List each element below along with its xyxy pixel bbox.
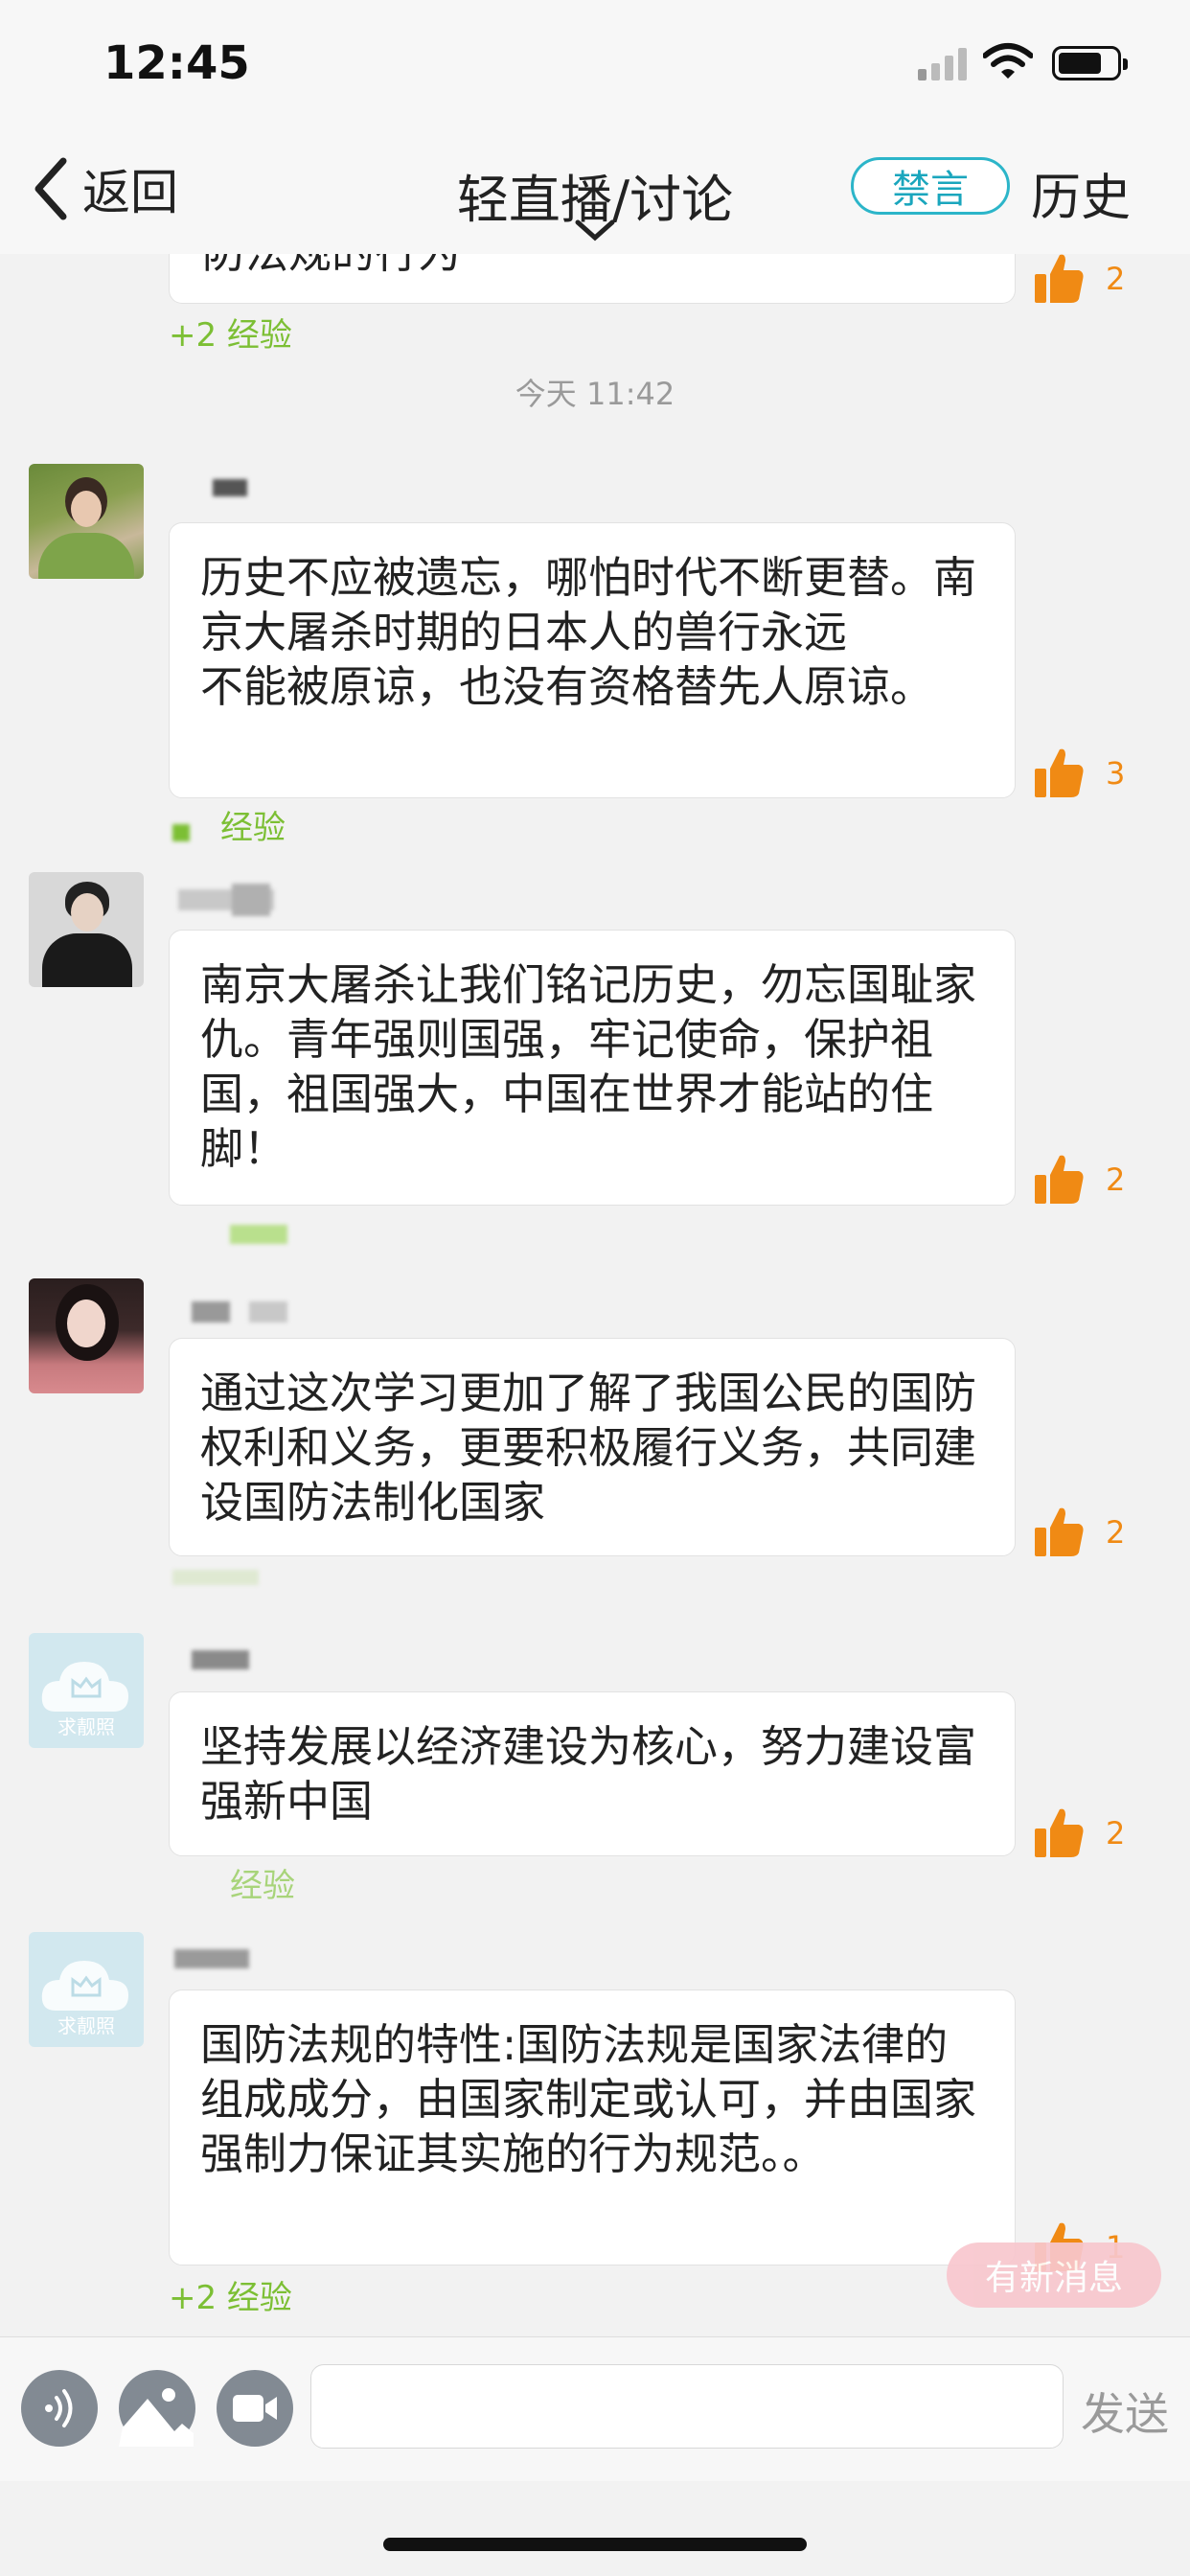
like-button[interactable]: 2 [1031, 1505, 1125, 1560]
like-button[interactable]: 2 [1031, 1806, 1125, 1861]
message-text: 历史不应被遗忘，哪怕时代不断更替。南京大屠杀时期的日本人的兽行永远 不能被原谅，… [200, 552, 977, 712]
home-indicator [383, 2538, 807, 2551]
avatar[interactable] [29, 464, 144, 579]
avatar-placeholder[interactable]: 求靓照 [29, 1633, 144, 1748]
nav-bar: 返回 轻直播/讨论 禁言 历史 [0, 134, 1190, 254]
voice-button[interactable] [21, 2370, 98, 2447]
new-message-button[interactable]: 有新消息 [947, 2242, 1161, 2308]
thumbs-up-icon [1035, 1808, 1084, 1857]
like-count: 2 [1106, 261, 1126, 297]
history-button[interactable]: 历史 [1031, 157, 1131, 229]
experience-label: +2 经验 [169, 2279, 292, 2317]
chevron-down-icon[interactable] [575, 218, 615, 242]
like-button[interactable]: 2 [1031, 251, 1125, 307]
message-bubble: 南京大屠杀让我们铭记历史，勿忘国耻家仇。青年强则国强，牢记使命，保护祖国，祖国强… [169, 930, 1016, 1206]
message-bubble: 通过这次学习更加了解了我国公民的国防权利和义务，更要积极履行义务，共同建设国防法… [169, 1338, 1016, 1556]
mute-button[interactable]: 禁言 [851, 157, 1010, 215]
thumbs-up-icon [1035, 748, 1084, 797]
like-count: 3 [1106, 755, 1126, 792]
avatar[interactable] [29, 872, 144, 987]
battery-icon [1052, 46, 1128, 80]
experience-redacted [172, 824, 190, 841]
send-button[interactable]: 发送 [1081, 2380, 1169, 2443]
input-bar: 发送 [0, 2336, 1190, 2481]
experience-label: 经验 [230, 1867, 295, 1905]
experience-label: 经验 [220, 809, 286, 847]
video-camera-icon [233, 2395, 277, 2422]
message-bubble-partial: 防法规的行为 [169, 254, 1016, 304]
like-count: 2 [1106, 1162, 1126, 1198]
experience-label: +2 经验 [169, 316, 292, 355]
like-button[interactable]: 3 [1031, 746, 1125, 801]
avatar-placeholder-label: 求靓照 [57, 2014, 115, 2037]
timestamp: 今天 11:42 [515, 376, 675, 412]
voice-icon [45, 2389, 73, 2427]
thumbs-up-icon [1035, 254, 1084, 303]
message-bubble: 历史不应被遗忘，哪怕时代不断更替。南京大屠杀时期的日本人的兽行永远 不能被原谅，… [169, 522, 1016, 798]
experience-redacted [230, 1225, 287, 1244]
avatar-placeholder-label: 求靓照 [57, 1715, 115, 1738]
message-input[interactable] [310, 2364, 1064, 2449]
avatar-placeholder[interactable]: 求靓照 [29, 1932, 144, 2047]
message-text: 防法规的行为 [202, 254, 982, 280]
thumbs-up-icon [1035, 1155, 1084, 1204]
video-button[interactable] [217, 2370, 293, 2447]
wifi-icon [983, 43, 1033, 79]
image-icon [119, 2388, 194, 2447]
message-bubble: 国防法规的特性:国防法规是国家法律的组成成分，由国家制定或认可，并由国家强制力保… [169, 1990, 1016, 2266]
message-text: 南京大屠杀让我们铭记历史，勿忘国耻家仇。青年强则国强，牢记使命，保护祖国，祖国强… [200, 959, 977, 1174]
message-bubble: 坚持发展以经济建设为核心，努力建设富强新中国 [169, 1691, 1016, 1856]
cellular-signal-icon [918, 48, 968, 80]
thumbs-up-icon [1035, 1507, 1084, 1556]
photo-button[interactable] [119, 2370, 195, 2447]
message-text: 国防法规的特性:国防法规是国家法律的组成成分，由国家制定或认可，并由国家强制力保… [200, 2019, 977, 2179]
experience-redacted [172, 1570, 259, 1585]
like-count: 2 [1106, 1815, 1126, 1852]
status-bar: 12:45 [0, 0, 1190, 134]
like-button[interactable]: 2 [1031, 1152, 1125, 1208]
avatar[interactable] [29, 1278, 144, 1393]
message-text: 坚持发展以经济建设为核心，努力建设富强新中国 [200, 1721, 977, 1827]
message-text: 通过这次学习更加了解了我国公民的国防权利和义务，更要积极履行义务，共同建设国防法… [200, 1368, 977, 1528]
status-time: 12:45 [103, 36, 250, 90]
like-count: 2 [1106, 1514, 1126, 1551]
